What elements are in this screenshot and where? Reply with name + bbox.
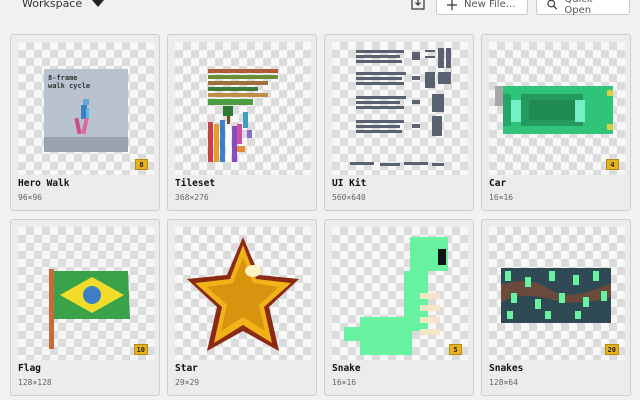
sprite-name: Star (175, 363, 198, 374)
sprite-name: Snake (332, 363, 361, 374)
hero-walk-preview: 8-frame walk cycle (44, 69, 128, 152)
import-file-button[interactable] (409, 0, 427, 12)
sprite-dimensions: 560×640 (332, 193, 366, 202)
sprite-card-flag[interactable]: 10 Flag 128×128 (10, 219, 160, 396)
new-file-label: New File… (464, 0, 516, 10)
snake-preview (344, 237, 448, 355)
sprite-thumbnail (175, 42, 311, 175)
frame-count-badge: 4 (606, 159, 619, 170)
frame-count-badge: 8 (135, 159, 148, 170)
import-icon (411, 0, 425, 10)
quick-open-label: Quick Open (564, 0, 592, 16)
hero-walk-caption-1: 8-frame (48, 74, 78, 82)
sprite-card-star[interactable]: Star 29×29 (167, 219, 317, 396)
sprite-name: Car (489, 178, 507, 189)
sprite-dimensions: 96×96 (18, 193, 43, 202)
sprite-name: Tileset (175, 178, 216, 189)
sprite-dimensions: 128×128 (18, 378, 52, 387)
tileset-preview (208, 69, 278, 162)
sprite-card-car[interactable]: 4 Car 16×16 (481, 34, 631, 211)
frame-count-badge: 10 (133, 344, 148, 355)
sprite-dimensions: 16×16 (332, 378, 357, 387)
sprite-name: Flag (18, 363, 41, 374)
frame-count-badge: 5 (449, 344, 462, 355)
sprite-thumbnail: 8-frame walk cycle 8 (18, 42, 154, 175)
top-toolbar: Workspace New File… Quick Open (0, 0, 640, 22)
sprite-thumbnail (175, 227, 311, 360)
star-preview (187, 237, 299, 351)
sprite-dimensions: 368×276 (175, 193, 209, 202)
sprite-dimensions: 128×64 (489, 378, 518, 387)
sprite-name: UI Kit (332, 178, 367, 189)
ui-kit-preview (350, 48, 451, 166)
search-icon (547, 0, 558, 10)
sprite-thumbnail: 5 (332, 227, 468, 360)
plus-icon (447, 0, 457, 10)
sprite-dimensions: 29×29 (175, 378, 200, 387)
chevron-down-icon (92, 0, 105, 7)
hero-walk-caption-2: walk cycle (48, 82, 90, 90)
sprite-card-hero-walk[interactable]: 8-frame walk cycle 8 Hero Walk 96×96 (10, 34, 160, 211)
car-preview (495, 86, 613, 134)
sprite-card-snake[interactable]: 5 Snake 16×16 (324, 219, 474, 396)
snakes-preview (501, 268, 611, 323)
sprite-name: Hero Walk (18, 178, 70, 189)
sprite-name: Snakes (489, 363, 524, 374)
quick-open-button[interactable]: Quick Open (536, 0, 630, 16)
sprite-thumbnail: 10 (18, 227, 154, 360)
sprite-card-snakes[interactable]: 20 Snakes 128×64 (481, 219, 631, 396)
workspace-dropdown[interactable]: Workspace (22, 0, 105, 13)
sprite-dimensions: 16×16 (489, 193, 514, 202)
new-file-button[interactable]: New File… (436, 0, 528, 15)
sprite-thumbnail: 20 (489, 227, 625, 360)
sprite-thumbnail (332, 42, 468, 175)
frame-count-badge: 20 (604, 344, 619, 355)
sprite-card-ui-kit[interactable]: UI Kit 560×640 (324, 34, 474, 211)
workspace-label: Workspace (22, 0, 83, 10)
sprite-thumbnail: 4 (489, 42, 625, 175)
sprite-card-tileset[interactable]: Tileset 368×276 (167, 34, 317, 211)
flag-preview (49, 269, 130, 349)
